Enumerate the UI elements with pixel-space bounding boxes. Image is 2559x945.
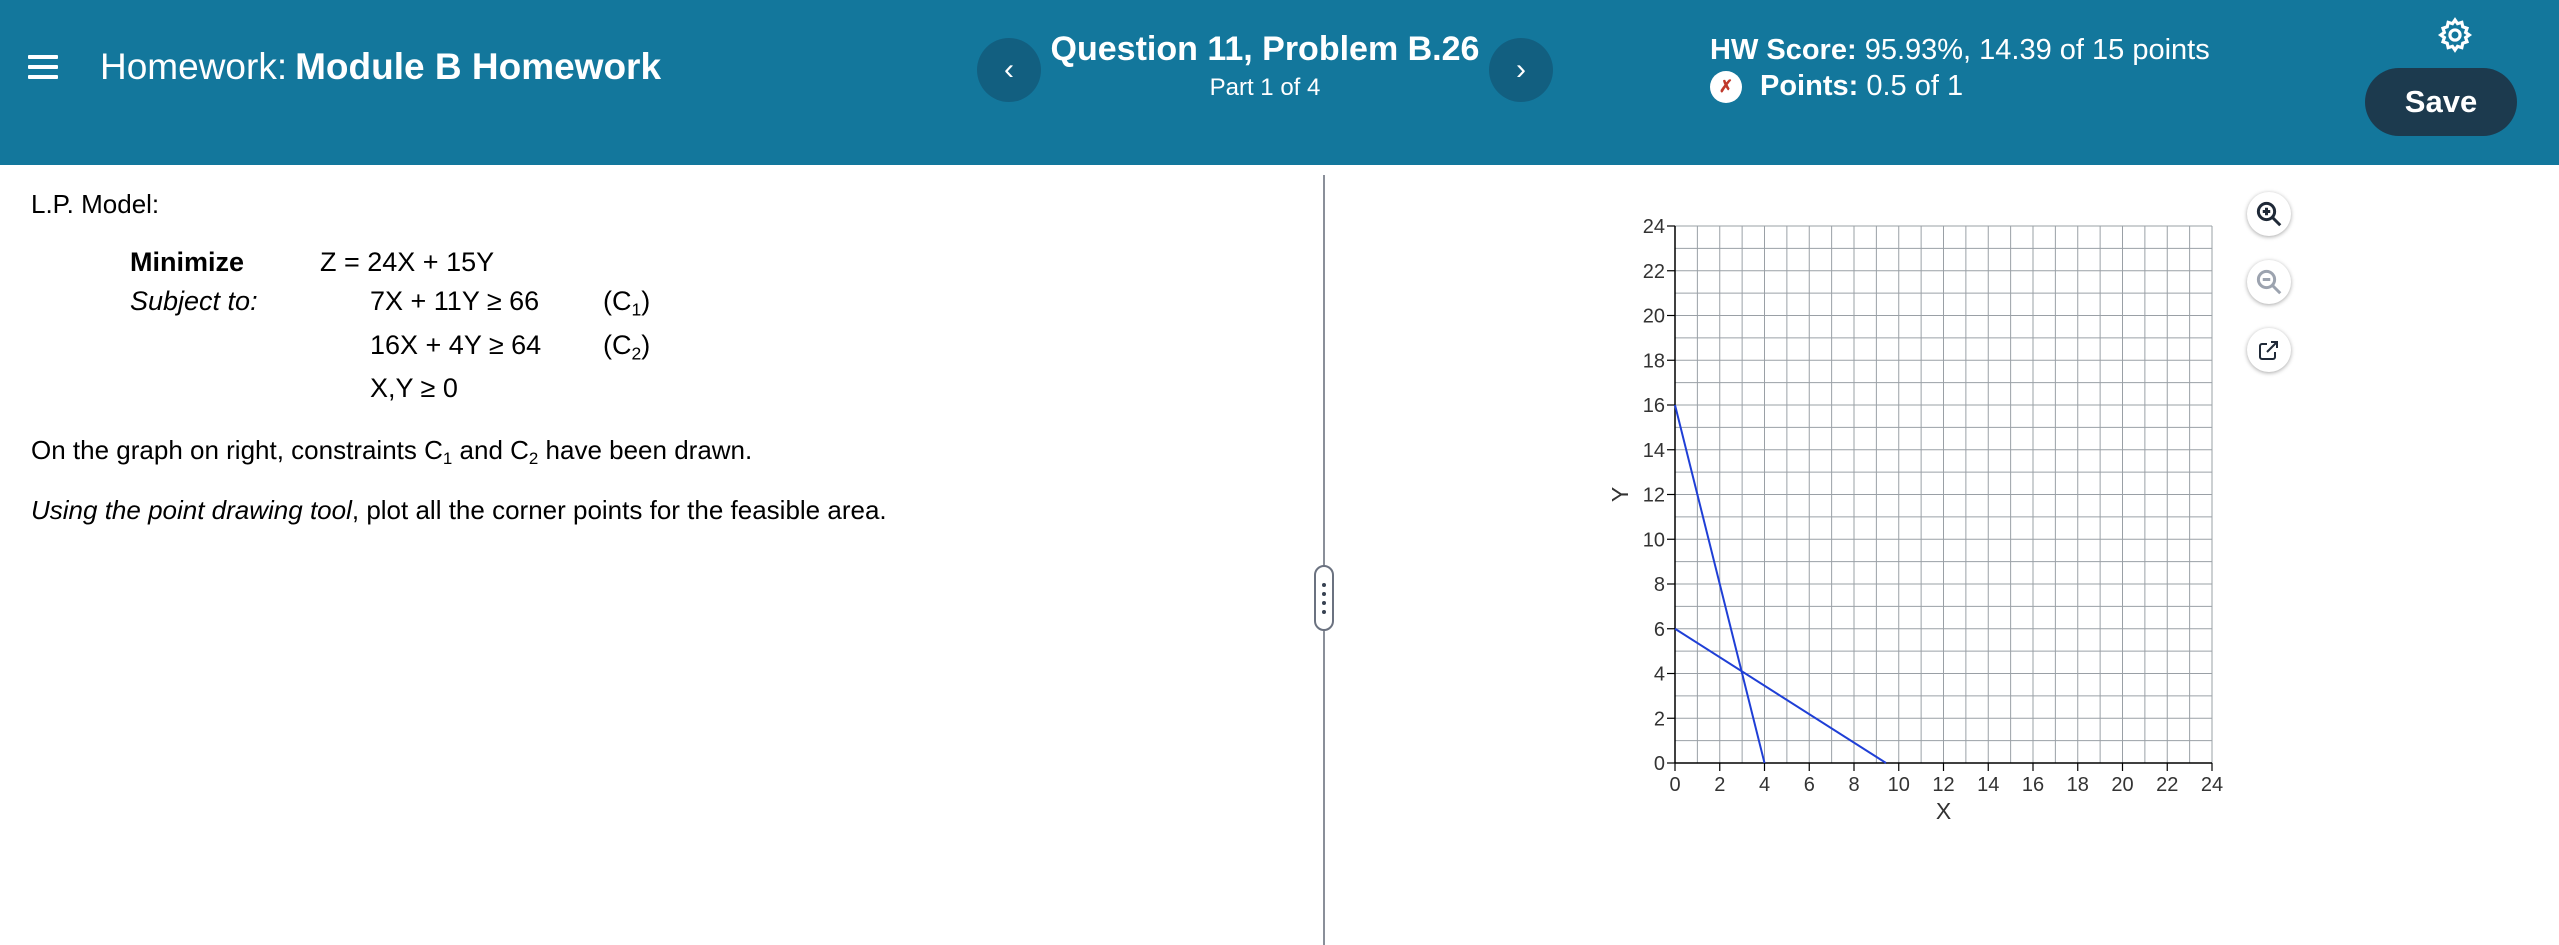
y-tick-label: 12 (1643, 485, 1665, 507)
minimize-label: Minimize (130, 247, 245, 277)
homework-name: Module B Homework (295, 46, 662, 87)
y-tick-label: 6 (1654, 619, 1665, 641)
gear-icon[interactable] (2436, 16, 2474, 54)
save-button[interactable]: Save (2365, 68, 2517, 136)
homework-prefix: Homework: (100, 46, 288, 87)
x-tick-label: 4 (1759, 774, 1770, 796)
y-tick-label: 18 (1643, 350, 1665, 372)
y-tick-label: 0 (1654, 753, 1665, 775)
constraint-graph[interactable]: 0 2 4 6 8 10 12 14 16 18 20 22 240246810121416182022… (1590, 200, 2250, 840)
x-axis-label: X (1936, 798, 1951, 824)
points-value: 0.5 of 1 (1866, 70, 1964, 102)
constraint-1-label: (C1) (603, 286, 651, 320)
y-tick-label: 24 (1643, 216, 1665, 238)
x-tick-label: 6 (1804, 774, 1815, 796)
y-tick-label: 14 (1643, 440, 1665, 462)
chevron-left-icon: ‹ (1004, 53, 1014, 86)
x-tick-label: 2 (1714, 774, 1725, 796)
partial-credit-icon: ✗ (1710, 70, 1742, 103)
x-tick-label: 22 (2156, 774, 2178, 796)
question-title: Question 11, Problem B.26 (1050, 30, 1480, 68)
x-tick-label: 12 (1932, 774, 1954, 796)
next-question-button[interactable]: › (1489, 38, 1553, 102)
question-points: ✗ Points: 0.5 of 1 (1710, 70, 1963, 103)
x-tick-label: 0 (1669, 774, 1680, 796)
y-tick-label: 4 (1654, 664, 1665, 686)
x-tick-label: 14 (1977, 774, 1999, 796)
zoom-out-icon[interactable] (2247, 260, 2291, 304)
y-tick-label: 22 (1643, 261, 1665, 283)
lp-model-label: L.P. Model: (31, 189, 160, 219)
points-label: Points: (1760, 70, 1859, 102)
x-tick-label: 20 (2111, 774, 2133, 796)
y-axis-label: Y (1607, 487, 1633, 502)
constraint-1: 7X + 11Y ≥ 66 (370, 286, 540, 316)
hw-score-value: 95.93%, 14.39 of 15 points (1864, 34, 2210, 66)
x-tick-label: 10 (1888, 774, 1910, 796)
question-pane: L.P. Model: Minimize Subject to: Z = 24X… (0, 165, 1322, 945)
instruction-text-2: Using the point drawing tool, plot all t… (31, 495, 887, 525)
external-link-icon[interactable] (2247, 328, 2291, 372)
x-tick-label: 18 (2067, 774, 2089, 796)
chevron-right-icon: › (1516, 53, 1526, 86)
hw-score: HW Score: 95.93%, 14.39 of 15 points (1710, 34, 2210, 67)
pane-resize-handle[interactable] (1314, 565, 1334, 631)
instruction-text-1: On the graph on right, constraints C1 an… (31, 435, 753, 469)
zoom-in-icon[interactable] (2247, 192, 2291, 236)
previous-question-button[interactable]: ‹ (977, 38, 1041, 102)
y-tick-label: 16 (1643, 395, 1665, 417)
x-tick-label: 24 (2201, 774, 2223, 796)
objective-function: Z = 24X + 15Y (320, 247, 495, 277)
homework-title: Homework: Module B Homework (100, 46, 661, 88)
hamburger-menu-icon[interactable] (28, 52, 58, 82)
top-bar: Homework: Module B Homework ‹ Question 11… (0, 0, 2559, 165)
pane-divider (1323, 175, 1325, 945)
x-tick-label: 16 (2022, 774, 2044, 796)
non-negativity-constraint: X,Y ≥ 0 (370, 373, 458, 403)
hw-score-label: HW Score: (1710, 34, 1857, 66)
y-tick-label: 20 (1643, 306, 1665, 328)
constraint-2-label: (C2) (603, 330, 651, 364)
subject-to-label: Subject to: (130, 286, 258, 316)
y-tick-label: 8 (1654, 574, 1665, 596)
constraint-2: 16X + 4Y ≥ 64 (370, 330, 542, 360)
y-tick-label: 2 (1654, 708, 1665, 730)
x-tick-label: 8 (1848, 774, 1859, 796)
question-part: Part 1 of 4 (1209, 74, 1321, 101)
y-tick-label: 10 (1643, 529, 1665, 551)
